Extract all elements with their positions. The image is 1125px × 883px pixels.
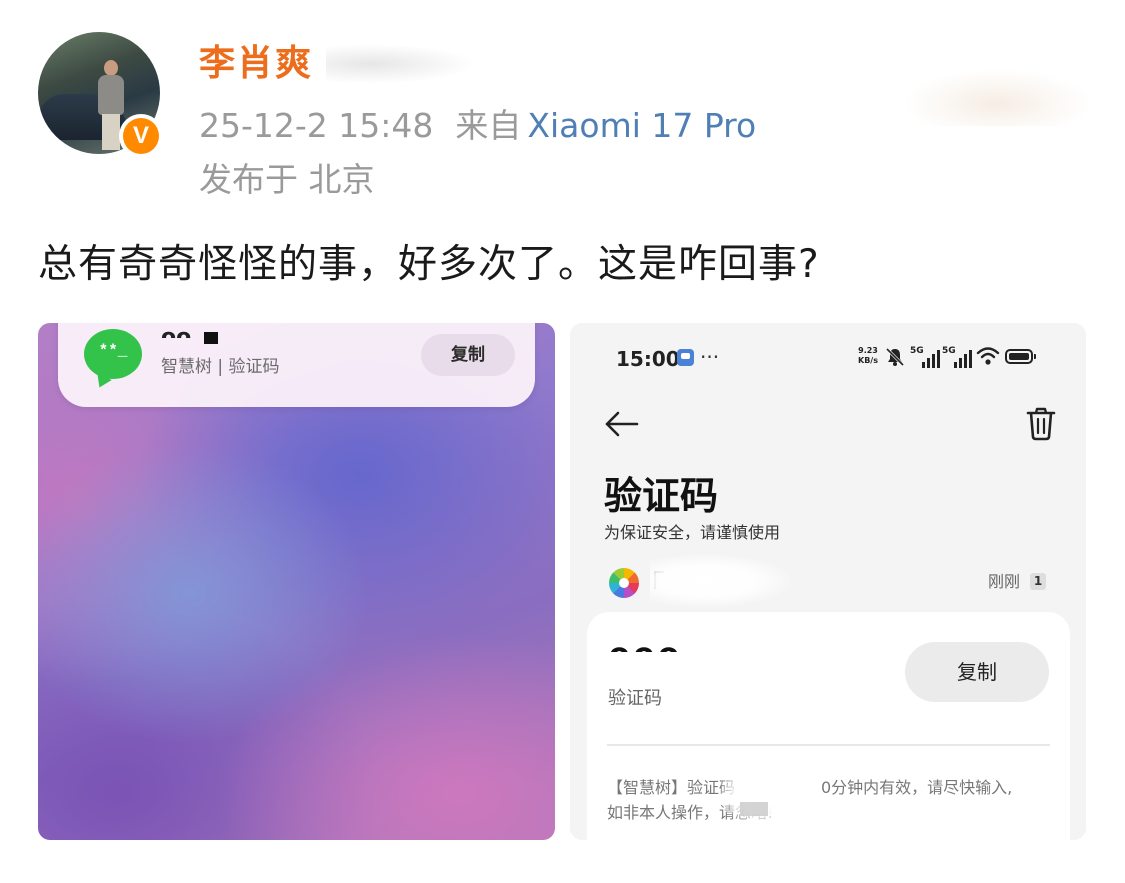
messages-app-icon: **_: [84, 329, 142, 379]
post-location: 发布于 北京: [199, 160, 375, 199]
mute-bell-icon: [885, 347, 905, 367]
page-subtitle: 为保证安全，请谨慎使用: [604, 523, 781, 542]
username[interactable]: 李肖爽: [199, 40, 313, 88]
sender-app-icon: [609, 568, 639, 598]
redaction-blur: [326, 44, 476, 84]
status-bar-time: 15:00: [616, 347, 680, 371]
unread-count-badge: 1: [1030, 573, 1046, 590]
verified-badge-letter: V: [123, 118, 159, 154]
page-title: 验证码: [604, 474, 719, 518]
network-speed: 9.23 KB/s: [858, 346, 878, 365]
notification-title-fragment: ᴖᴖ: [161, 325, 192, 350]
copy-code-button[interactable]: 复制: [905, 642, 1049, 702]
sms-body-line2: 如非本人操作，请忽略!: [607, 803, 774, 822]
back-arrow-icon[interactable]: [604, 409, 640, 439]
notification-copy-button: 复制: [421, 334, 515, 376]
battery-icon: [1005, 349, 1036, 364]
sms-redaction-block: [740, 802, 768, 816]
notification-title-redaction: [204, 332, 218, 344]
cellular-signal-icon-sim1: 5G: [910, 346, 942, 368]
post-source-label: 来自: [455, 106, 522, 145]
post-time: 25-12-2 15:48: [199, 106, 434, 145]
notification-subtitle: 智慧树 | 验证码: [161, 357, 280, 377]
verification-code-label: 验证码: [608, 688, 662, 709]
post-image-1[interactable]: **_ ᴖᴖ 智慧树 | 验证码 复制: [38, 323, 555, 840]
post-source-device[interactable]: Xiaomi 17 Pro: [527, 106, 756, 145]
post-image-2[interactable]: 15:00 ··· 9.23 KB/s 5G 5G 验证码 为保证安全，请谨慎使…: [570, 323, 1086, 840]
status-app-notification-icon: [677, 349, 694, 366]
wifi-icon: [976, 347, 1000, 365]
post-meta: 25-12-2 15:48 来自 Xiaomi 17 Pro: [199, 104, 756, 148]
redaction-blur-top-right: [905, 70, 1090, 126]
trash-icon[interactable]: [1026, 407, 1056, 441]
cellular-signal-icon-sim2: 5G: [942, 346, 974, 368]
status-more-dots: ···: [700, 345, 720, 369]
sms-body: 【智慧树】验证码 0分钟内有效，请尽快输入, 如非本人操作，请忽略!: [607, 775, 1057, 825]
sms-body-line1-start: 【智慧树】验证码: [607, 778, 736, 797]
sms-notification-card: **_ ᴖᴖ 智慧树 | 验证码 复制: [58, 323, 535, 407]
verified-badge-icon: V: [119, 114, 163, 158]
sender-redaction-blur: [650, 555, 790, 607]
verification-code-redacted: ᴖᴖᴖ: [609, 640, 683, 652]
sms-redaction-blur: [721, 767, 805, 825]
sms-body-line1-end: 0分钟内有效，请尽快输入,: [821, 778, 1013, 797]
divider: [607, 744, 1050, 746]
post-text: 总有奇奇怪怪的事，好多次了。这是咋回事?: [38, 242, 820, 287]
received-time: 刚刚: [988, 572, 1021, 591]
sms-code-card: ᴖᴖᴖ 验证码 复制 【智慧树】验证码 0分钟内有效，请尽快输入, 如非本人操作…: [587, 612, 1070, 840]
